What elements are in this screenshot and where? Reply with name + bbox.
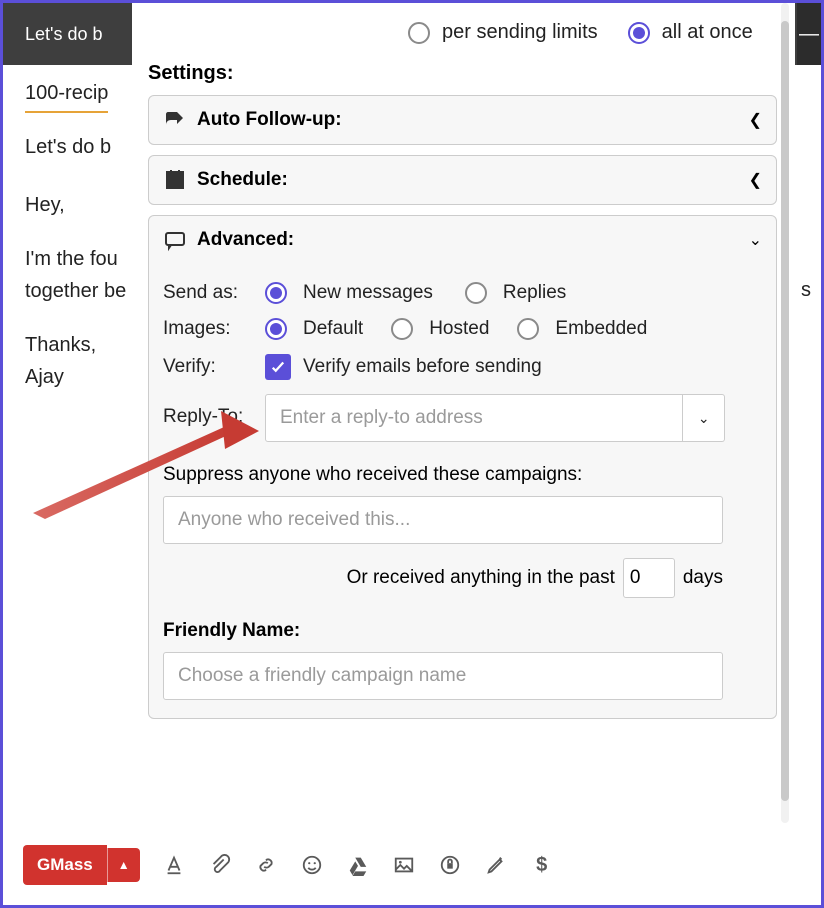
image-icon[interactable]	[392, 853, 416, 877]
format-text-icon[interactable]	[162, 853, 186, 877]
chevron-left-icon: ❮	[749, 110, 762, 130]
images-embedded-radio[interactable]	[517, 318, 539, 340]
schedule-section[interactable]: Schedule: ❮	[148, 155, 777, 205]
days-input[interactable]	[623, 558, 675, 598]
body-name: Ajay	[25, 366, 64, 388]
body-fragment: s	[801, 279, 811, 302]
settings-heading: Settings:	[148, 62, 777, 85]
minimize-icon[interactable]: —	[797, 3, 821, 65]
body-line: I'm the fou	[25, 248, 118, 270]
confidential-icon[interactable]	[438, 853, 462, 877]
pen-icon[interactable]	[484, 853, 508, 877]
gmass-settings-panel: per sending limits all at once Settings:…	[132, 3, 795, 833]
advanced-header[interactable]: Advanced: ⌄	[149, 216, 776, 264]
compose-toolbar: GMass ▲ $	[23, 845, 554, 885]
compose-title: Let's do b	[25, 24, 103, 45]
images-label: Images:	[163, 318, 253, 340]
per-sending-limits-radio[interactable]	[408, 22, 430, 44]
advanced-label: Advanced:	[197, 229, 294, 251]
gmass-dropdown-arrow[interactable]: ▲	[107, 848, 140, 882]
sendas-new-label: New messages	[303, 282, 433, 304]
emoji-icon[interactable]	[300, 853, 324, 877]
body-signoff: Thanks,	[25, 334, 96, 356]
drive-icon[interactable]	[346, 853, 370, 877]
attach-icon[interactable]	[208, 853, 232, 877]
gmass-button[interactable]: GMass	[23, 845, 107, 885]
replyto-dropdown[interactable]: ⌄	[683, 394, 725, 442]
images-default-label: Default	[303, 318, 363, 340]
body-line: together be	[25, 280, 126, 302]
images-hosted-radio[interactable]	[391, 318, 413, 340]
suppress-label: Suppress anyone who received these campa…	[163, 464, 762, 486]
chat-icon	[163, 228, 187, 252]
friendly-name-input[interactable]: Choose a friendly campaign name	[163, 652, 723, 700]
replyto-label: Reply-To:	[163, 394, 253, 442]
images-hosted-label: Hosted	[429, 318, 489, 340]
images-default-radio[interactable]	[265, 318, 287, 340]
sendas-new-radio[interactable]	[265, 282, 287, 304]
days-prefix: Or received anything in the past	[347, 567, 615, 589]
auto-followup-section[interactable]: Auto Follow-up: ❮	[148, 95, 777, 145]
schedule-label: Schedule:	[197, 169, 288, 191]
verify-label: Verify:	[163, 356, 253, 378]
replyto-input[interactable]: Enter a reply-to address	[265, 394, 683, 442]
verify-checkbox[interactable]	[265, 354, 291, 380]
auto-followup-label: Auto Follow-up:	[197, 109, 342, 131]
suppress-input[interactable]: Anyone who received this...	[163, 496, 723, 544]
days-suffix: days	[683, 567, 723, 589]
scrollbar-thumb[interactable]	[781, 21, 789, 801]
recipient-chip[interactable]: 100-recip	[25, 77, 108, 113]
link-icon[interactable]	[254, 853, 278, 877]
chevron-down-icon: ⌄	[749, 230, 762, 250]
all-at-once-radio[interactable]	[628, 22, 650, 44]
chevron-left-icon: ❮	[749, 170, 762, 190]
verify-text: Verify emails before sending	[303, 356, 542, 378]
friendly-name-label: Friendly Name:	[163, 620, 762, 642]
chevron-down-icon: ⌄	[698, 410, 710, 427]
gmass-label: GMass	[37, 855, 93, 875]
images-embedded-label: Embedded	[555, 318, 647, 340]
sendas-replies-radio[interactable]	[465, 282, 487, 304]
dollar-icon[interactable]: $	[530, 853, 554, 877]
calendar-icon	[163, 168, 187, 192]
per-sending-limits-label: per sending limits	[442, 21, 598, 44]
share-icon	[163, 108, 187, 132]
sendas-replies-label: Replies	[503, 282, 566, 304]
sendas-label: Send as:	[163, 282, 253, 304]
advanced-section: Advanced: ⌄ Send as: New messages Replie…	[148, 215, 777, 719]
all-at-once-label: all at once	[662, 21, 753, 44]
